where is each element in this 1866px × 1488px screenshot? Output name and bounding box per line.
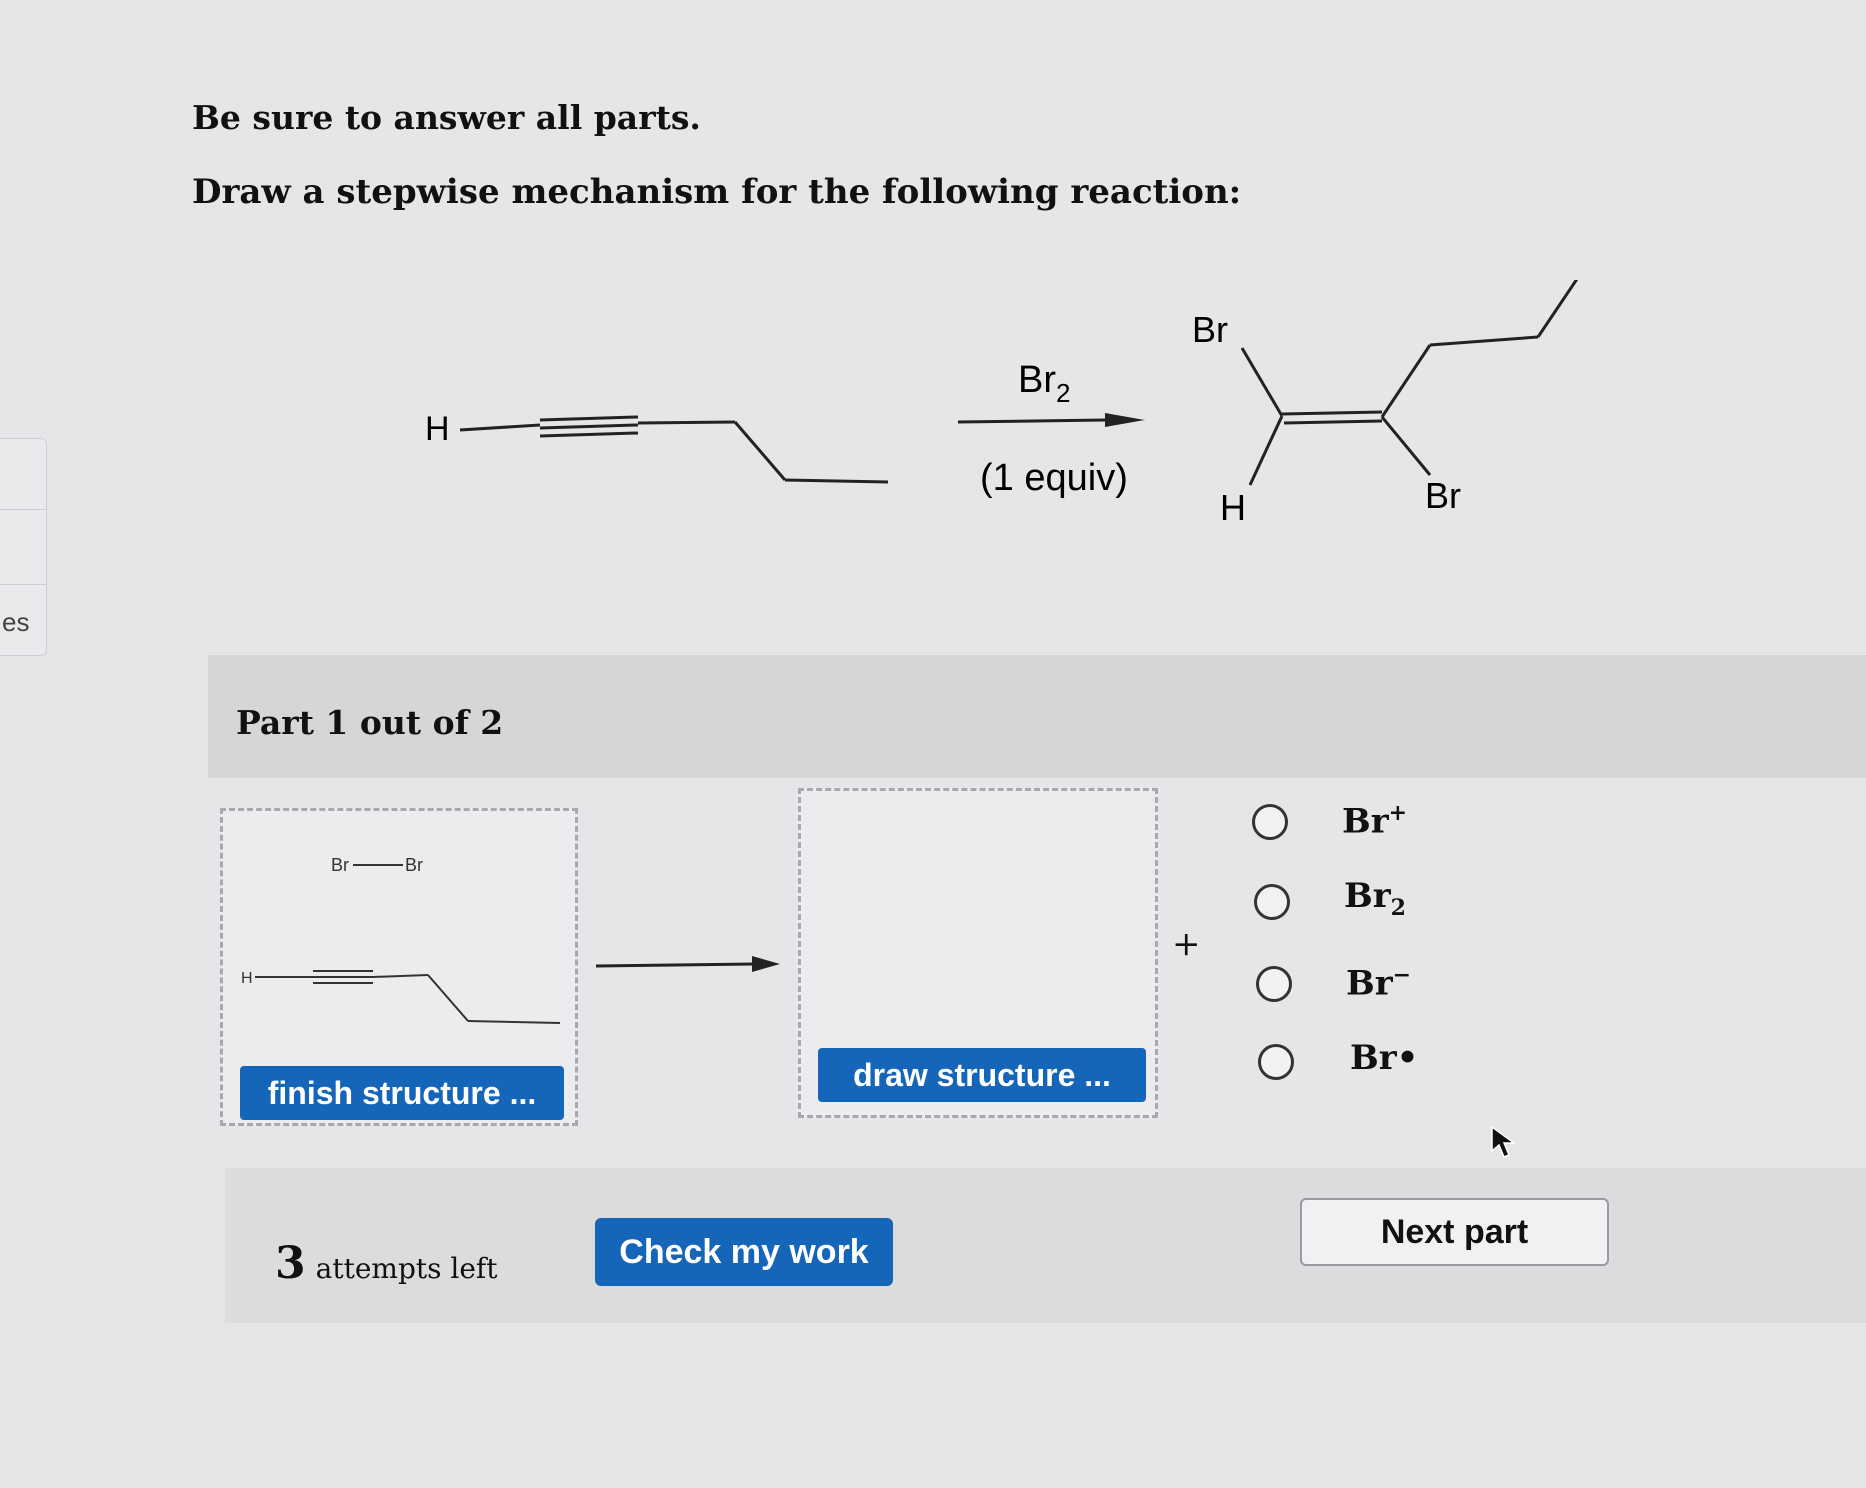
- option-label-br-anion: Br−: [1346, 962, 1412, 1004]
- option-label-br-radical: Br•: [1350, 1038, 1419, 1078]
- mechanism-arrow: [595, 956, 780, 972]
- next-part-button[interactable]: Next part: [1300, 1198, 1609, 1266]
- option-radio-br2[interactable]: [1254, 884, 1290, 920]
- option-label-br2: Br2: [1344, 876, 1406, 921]
- mechanism-arrow-head: [752, 956, 780, 972]
- option-label-br-cation: Br+: [1342, 800, 1408, 842]
- option-radio-br-cation[interactable]: [1252, 804, 1288, 840]
- workspace-bond: [467, 1020, 561, 1024]
- footer-bar: 3 attempts left Check my work Next part: [225, 1168, 1866, 1323]
- attempts-text: attempts left: [315, 1252, 498, 1285]
- plus-sign: +: [1172, 924, 1201, 964]
- br-atom-left: Br: [331, 855, 349, 875]
- finish-structure-button[interactable]: finish structure ...: [240, 1066, 564, 1120]
- br-atom-right: Br: [405, 855, 423, 875]
- attempts-number: 3: [275, 1238, 306, 1289]
- mechanism-arrow-shaft: [595, 962, 755, 968]
- option-radio-br-anion[interactable]: [1256, 966, 1292, 1002]
- reactant-drawing: Br Br H: [241, 855, 561, 1024]
- draw-structure-button[interactable]: draw structure ...: [818, 1048, 1146, 1102]
- attempts-counter: 3 attempts left: [275, 1238, 498, 1289]
- check-my-work-button[interactable]: Check my work: [595, 1218, 893, 1286]
- workspace-bond: [372, 974, 429, 978]
- workspace-bond: [427, 974, 469, 1022]
- h-atom: H: [241, 970, 253, 987]
- option-radio-br-radical[interactable]: [1258, 1044, 1294, 1080]
- mouse-cursor-icon: [1491, 1125, 1517, 1158]
